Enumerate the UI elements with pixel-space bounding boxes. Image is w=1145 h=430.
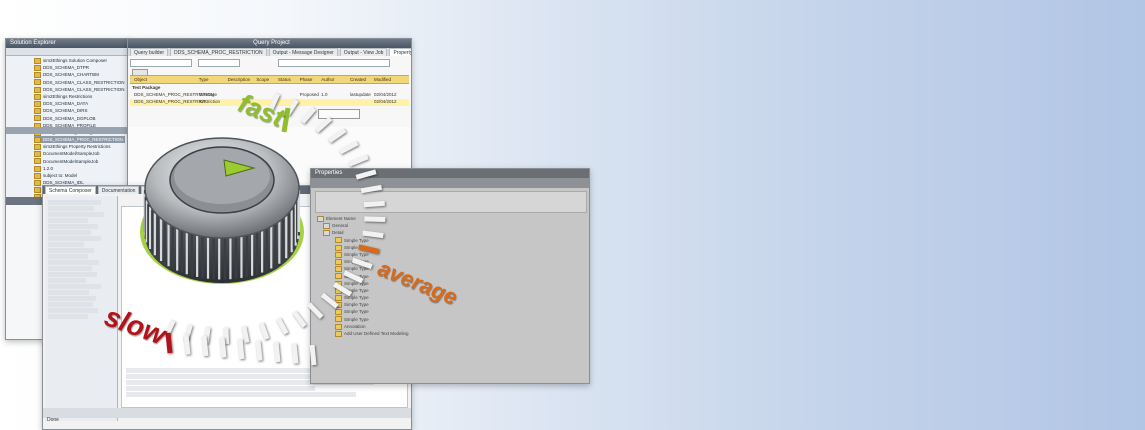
scale-tick (360, 184, 383, 194)
scale-tick (183, 334, 191, 355)
scale-tick (348, 154, 369, 167)
scale-tick (364, 216, 386, 223)
scale-tick (309, 344, 317, 366)
scale-tick (223, 327, 230, 345)
scale-tick (292, 310, 307, 328)
scale-tick (307, 302, 324, 319)
scale-tick (351, 257, 373, 270)
scale-tick (258, 322, 270, 340)
scale-tick (355, 169, 377, 180)
scale-tick (300, 106, 317, 124)
scale-tick (338, 140, 359, 155)
scale-tick (320, 292, 339, 309)
scale-tick (358, 244, 380, 254)
scale-tick (165, 332, 173, 354)
scale-tick (255, 340, 263, 361)
scale-tick (314, 116, 333, 133)
scale-tick (362, 230, 384, 239)
scale-tick (219, 337, 227, 358)
scale-tick (275, 317, 289, 335)
scale-tick (273, 341, 281, 363)
speedometer-graphic (140, 92, 386, 366)
scale-tick (327, 127, 347, 143)
scale-tick (332, 282, 353, 297)
scale-tick (237, 338, 245, 360)
scale-tick (201, 335, 209, 357)
scale-tick (363, 200, 385, 208)
scale-tick (291, 343, 299, 364)
scale-tick (343, 270, 364, 284)
scale-tick (241, 325, 250, 343)
